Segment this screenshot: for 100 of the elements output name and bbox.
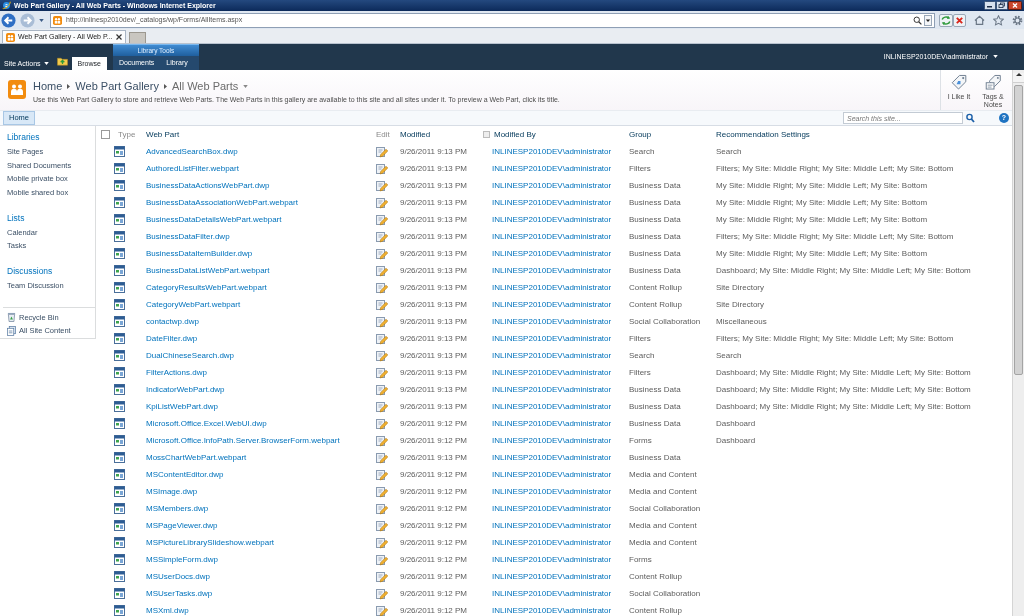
web-part-link[interactable]: BusinessDataDetailsWebPart.webpart	[146, 214, 282, 224]
user-link[interactable]: INLINESP2010DEV\administrator	[492, 401, 612, 411]
web-part-link[interactable]: CategoryWebPart.webpart	[146, 299, 241, 309]
folder-icon[interactable]	[56, 56, 68, 66]
user-link[interactable]: INLINESP2010DEV\administrator	[492, 248, 612, 258]
web-part-link[interactable]: MSUserDocs.dwp	[146, 571, 210, 581]
page-title[interactable]: All Web Parts	[171, 79, 239, 93]
edit-icon[interactable]	[376, 315, 388, 328]
web-part-link[interactable]: Microsoft.Office.InfoPath.Server.BrowserForm.webpart	[146, 435, 340, 445]
select-all-checkbox[interactable]	[101, 130, 110, 139]
web-part-link[interactable]: MSPictureLibrarySlideshow.webpart	[146, 537, 275, 547]
user-link[interactable]: INLINESP2010DEV\administrator	[492, 180, 612, 190]
web-part-link[interactable]: MSSimpleForm.dwp	[146, 554, 218, 564]
user-link[interactable]: INLINESP2010DEV\administrator	[492, 299, 612, 309]
new-tab-button[interactable]	[128, 32, 146, 43]
web-part-link[interactable]: KpiListWebPart.dwp	[146, 401, 218, 411]
edit-icon[interactable]	[376, 247, 388, 260]
web-part-link[interactable]: CategoryResultsWebPart.webpart	[146, 282, 267, 292]
section-heading[interactable]: Discussions	[0, 266, 95, 277]
edit-icon[interactable]	[376, 264, 388, 277]
user-link[interactable]: INLINESP2010DEV\administrator	[492, 571, 612, 581]
user-link[interactable]: INLINESP2010DEV\administrator	[492, 350, 612, 360]
minimize-icon[interactable]	[984, 1, 996, 10]
web-part-link[interactable]: MossChartWebPart.webpart	[146, 452, 247, 462]
user-link[interactable]: INLINESP2010DEV\administrator	[492, 282, 612, 292]
web-part-link[interactable]: BusinessDataFilter.dwp	[146, 231, 230, 241]
search-icon[interactable]	[913, 15, 922, 25]
back-icon[interactable]	[1, 12, 16, 28]
web-part-link[interactable]: MSXml.dwp	[146, 605, 189, 615]
user-link[interactable]: INLINESP2010DEV\administrator	[492, 214, 612, 224]
edit-icon[interactable]	[376, 349, 388, 362]
web-part-link[interactable]: DualChineseSearch.dwp	[146, 350, 235, 360]
breadcrumb-link[interactable]: Home	[33, 79, 63, 93]
edit-icon[interactable]	[376, 162, 388, 175]
web-part-link[interactable]: Microsoft.Office.Excel.WebUI.dwp	[146, 418, 267, 428]
user-link[interactable]: INLINESP2010DEV\administrator	[492, 452, 612, 462]
web-part-link[interactable]: DateFilter.dwp	[146, 333, 198, 343]
edit-icon[interactable]	[376, 502, 388, 515]
user-link[interactable]: INLINESP2010DEV\administrator	[492, 605, 612, 615]
settings-icon[interactable]	[1012, 14, 1023, 26]
user-link[interactable]: INLINESP2010DEV\administrator	[492, 554, 612, 564]
edit-icon[interactable]	[376, 179, 388, 192]
refresh-icon[interactable]	[939, 13, 953, 27]
user-link[interactable]: INLINESP2010DEV\administrator	[492, 333, 612, 343]
web-part-link[interactable]: IndicatorWebPart.dwp	[146, 384, 225, 394]
web-part-link[interactable]: BusinessDataActionsWebPart.dwp	[146, 180, 270, 190]
edit-icon[interactable]	[376, 383, 388, 396]
column-header[interactable]: Web Part	[146, 129, 180, 140]
close-icon[interactable]	[1008, 1, 1022, 10]
user-link[interactable]: INLINESP2010DEV\administrator	[492, 197, 612, 207]
column-header[interactable]: Group	[629, 129, 652, 140]
user-link[interactable]: INLINESP2010DEV\administrator	[492, 469, 612, 479]
section-heading[interactable]: Libraries	[0, 132, 95, 143]
user-link[interactable]: INLINESP2010DEV\administrator	[492, 520, 612, 530]
column-header[interactable]: Modified	[400, 129, 431, 140]
web-part-link[interactable]: MSPageViewer.dwp	[146, 520, 218, 530]
restore-icon[interactable]	[996, 1, 1008, 10]
user-link[interactable]: INLINESP2010DEV\administrator	[492, 384, 612, 394]
web-part-link[interactable]: BusinessDataItemBuilder.dwp	[146, 248, 253, 258]
star-icon[interactable]	[993, 14, 1004, 26]
user-link[interactable]: INLINESP2010DEV\administrator	[492, 316, 612, 326]
edit-icon[interactable]	[376, 553, 388, 566]
web-part-link[interactable]: contactwp.dwp	[146, 316, 199, 326]
user-link[interactable]: INLINESP2010DEV\administrator	[492, 231, 612, 241]
web-part-link[interactable]: MSMembers.dwp	[146, 503, 209, 513]
user-link[interactable]: INLINESP2010DEV\administrator	[492, 367, 612, 377]
stop-icon[interactable]	[953, 13, 966, 27]
edit-icon[interactable]	[376, 213, 388, 226]
edit-icon[interactable]	[376, 519, 388, 532]
web-part-link[interactable]: AdvancedSearchBox.dwp	[146, 146, 238, 156]
caret-icon[interactable]	[924, 14, 932, 26]
web-part-link[interactable]: AuthoredListFilter.webpart	[146, 163, 239, 173]
web-part-link[interactable]: BusinessDataAssociationWebPart.webpart	[146, 197, 298, 207]
user-link[interactable]: INLINESP2010DEV\administrator	[492, 163, 612, 173]
edit-icon[interactable]	[376, 468, 388, 481]
edit-icon[interactable]	[376, 230, 388, 243]
search-icon[interactable]	[963, 112, 977, 124]
user-link[interactable]: INLINESP2010DEV\administrator	[492, 146, 612, 156]
edit-icon[interactable]	[376, 400, 388, 413]
edit-icon[interactable]	[376, 281, 388, 294]
edit-icon[interactable]	[376, 451, 388, 464]
section-heading[interactable]: Lists	[0, 212, 95, 224]
user-link[interactable]: INLINESP2010DEV\administrator	[492, 588, 612, 598]
edit-icon[interactable]	[376, 485, 388, 498]
user-link[interactable]: INLINESP2010DEV\administrator	[492, 503, 612, 513]
edit-icon[interactable]	[376, 366, 388, 379]
home-icon[interactable]	[974, 15, 985, 25]
edit-icon[interactable]	[376, 332, 388, 345]
column-header[interactable]: Recommendation Settings	[716, 129, 810, 140]
column-header[interactable]: Modified By	[494, 129, 536, 140]
edit-icon[interactable]	[376, 587, 388, 600]
edit-icon[interactable]	[376, 604, 388, 616]
web-part-link[interactable]: FilterActions.dwp	[146, 367, 207, 377]
web-part-link[interactable]: MSUserTasks.dwp	[146, 588, 213, 598]
web-part-link[interactable]: MSContentEditor.dwp	[146, 469, 224, 479]
breadcrumb-link[interactable]: Web Part Gallery	[75, 79, 159, 93]
edit-icon[interactable]	[376, 145, 388, 158]
user-link[interactable]: INLINESP2010DEV\administrator	[492, 265, 612, 275]
user-link[interactable]: INLINESP2010DEV\administrator	[492, 537, 612, 547]
scrollbar[interactable]	[1012, 70, 1024, 616]
